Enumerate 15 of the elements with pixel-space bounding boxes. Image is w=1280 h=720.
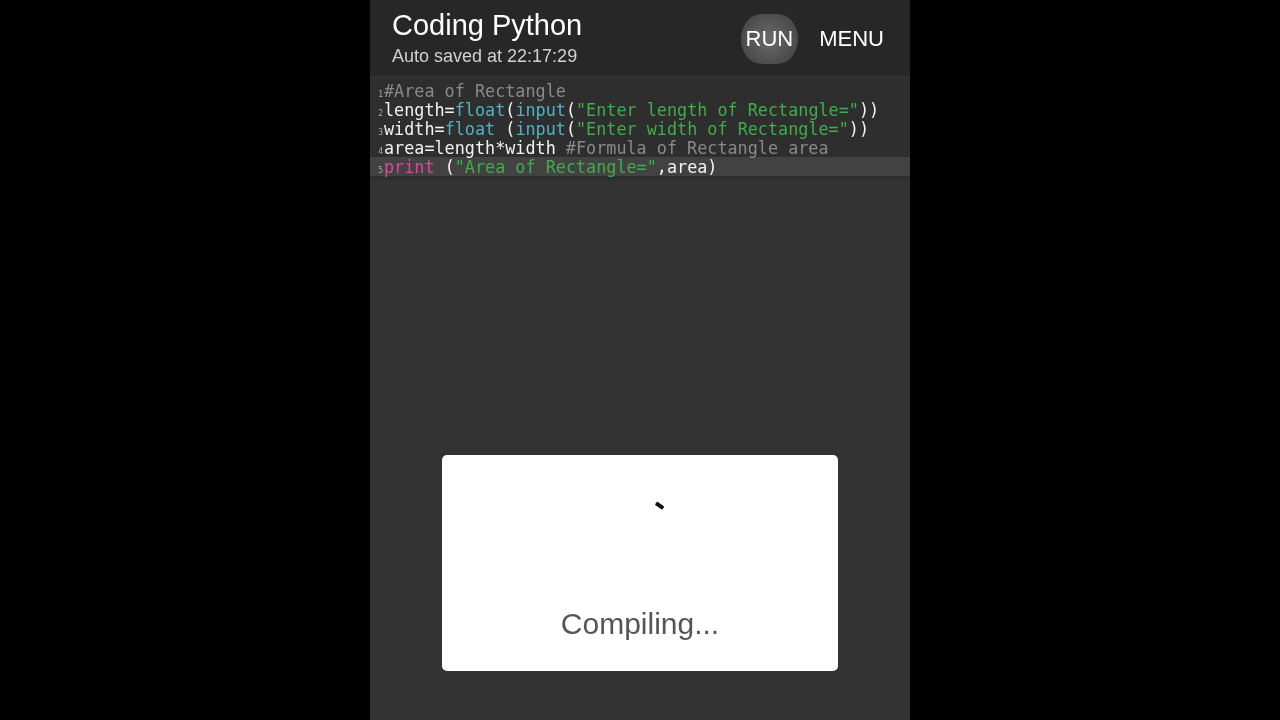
app-title: Coding Python xyxy=(392,8,583,42)
autosave-status: Auto saved at 22:17:29 xyxy=(392,45,579,68)
line-number: 4 xyxy=(377,147,384,156)
line-number: 1 xyxy=(377,90,384,99)
menu-button[interactable]: MENU xyxy=(811,14,892,64)
line-number: 2 xyxy=(377,109,384,118)
code-line: area=length*width #Formula of Rectangle area xyxy=(384,138,829,158)
code-line: length=float(input("Enter length of Rectangle=")) xyxy=(384,100,880,120)
line-number: 3 xyxy=(377,128,384,137)
code-line: print ("Area of Rectangle=",area) xyxy=(384,157,718,177)
code-editor[interactable] xyxy=(370,78,910,180)
compiling-message: Compiling... xyxy=(560,607,720,641)
line-number: 5 xyxy=(377,166,384,175)
code-line: width=float (input("Enter width of Rectangle=")) xyxy=(384,119,870,139)
code-line: #Area of Rectangle xyxy=(384,81,566,101)
